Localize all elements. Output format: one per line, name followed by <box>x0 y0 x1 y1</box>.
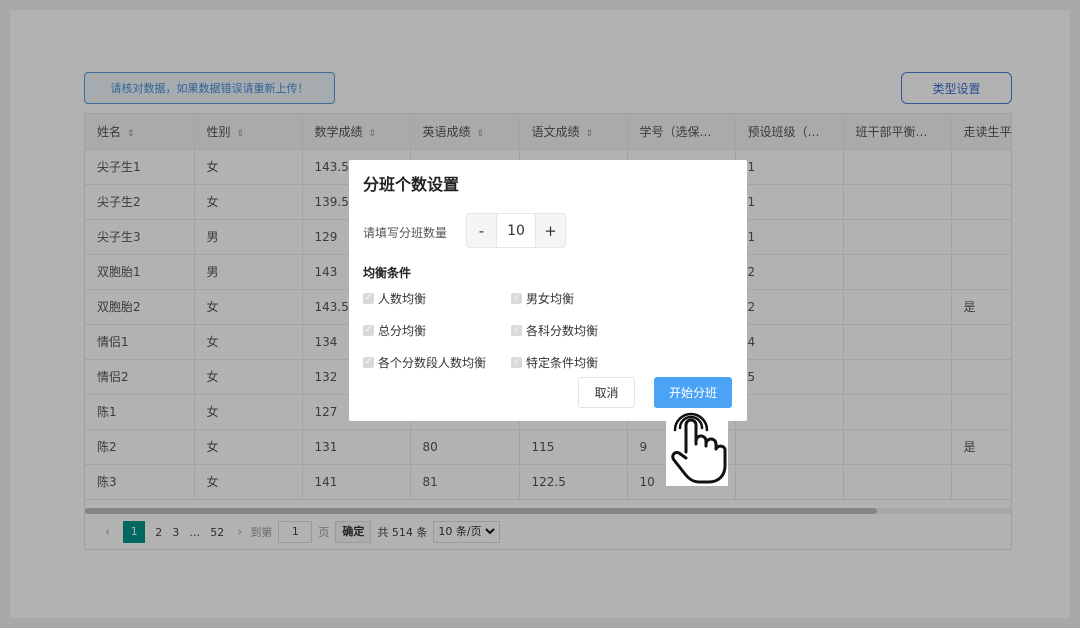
checkbox-label: 总分均衡 <box>378 324 427 338</box>
pointer-hand-icon <box>666 408 728 486</box>
checkbox-label: 特定条件均衡 <box>526 356 599 370</box>
checkbox-subject-score-balance[interactable]: ✓ 各科分数均衡 <box>511 322 598 339</box>
checkbox-headcount-balance[interactable]: ✓ 人数均衡 <box>363 290 426 307</box>
checkbox-checked-icon: ✓ <box>511 293 522 304</box>
checkbox-total-score-balance[interactable]: ✓ 总分均衡 <box>363 322 426 339</box>
checkbox-checked-icon: ✓ <box>363 293 374 304</box>
checkbox-checked-icon: ✓ <box>511 357 522 368</box>
conditions-title: 均衡条件 <box>363 266 412 280</box>
start-grouping-button[interactable]: 开始分班 <box>654 377 732 408</box>
checkbox-checked-icon: ✓ <box>511 325 522 336</box>
checkbox-score-band-balance[interactable]: ✓ 各个分数段人数均衡 <box>363 354 486 371</box>
checkbox-gender-balance[interactable]: ✓ 男女均衡 <box>511 290 574 307</box>
decrement-button[interactable]: - <box>467 214 496 247</box>
checkbox-checked-icon: ✓ <box>363 357 374 368</box>
class-count-dialog: 分班个数设置 请填写分班数量 - 10 + 均衡条件 ✓ 人数均衡 ✓ 男女均衡… <box>349 160 747 421</box>
class-count-stepper[interactable]: - 10 + <box>466 213 566 248</box>
increment-button[interactable]: + <box>536 214 565 247</box>
checkbox-special-condition-balance[interactable]: ✓ 特定条件均衡 <box>511 354 598 371</box>
class-count-label: 请填写分班数量 <box>363 226 448 240</box>
checkbox-label: 各科分数均衡 <box>526 324 599 338</box>
checkbox-checked-icon: ✓ <box>363 325 374 336</box>
checkbox-label: 各个分数段人数均衡 <box>378 356 487 370</box>
checkbox-label: 人数均衡 <box>378 292 427 306</box>
class-count-value[interactable]: 10 <box>496 214 536 247</box>
checkbox-label: 男女均衡 <box>526 292 575 306</box>
dialog-title: 分班个数设置 <box>363 175 460 194</box>
cancel-button[interactable]: 取消 <box>578 377 635 408</box>
